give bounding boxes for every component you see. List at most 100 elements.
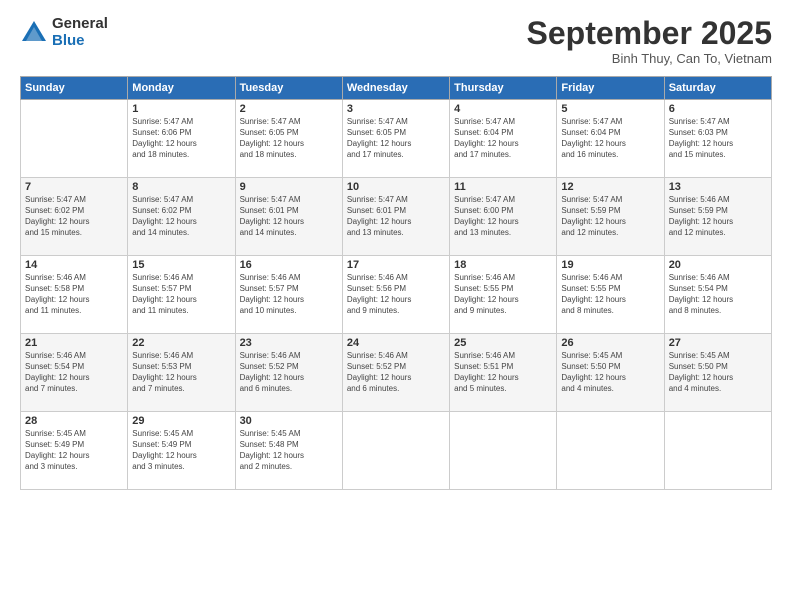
location-subtitle: Binh Thuy, Can To, Vietnam	[527, 51, 772, 66]
day-number: 21	[25, 337, 123, 349]
calendar-week-row: 7 Sunrise: 5:47 AM Sunset: 6:02 PM Daylig…	[21, 178, 772, 256]
table-row: 25 Sunrise: 5:46 AM Sunset: 5:51 PM Dayli…	[450, 334, 557, 412]
logo-blue: Blue	[52, 33, 108, 50]
table-row: 12 Sunrise: 5:47 AM Sunset: 5:59 PM Dayli…	[557, 178, 664, 256]
day-number: 5	[561, 103, 659, 115]
col-tuesday: Tuesday	[235, 77, 342, 100]
col-wednesday: Wednesday	[342, 77, 449, 100]
header: General Blue September 2025 Binh Thuy, C…	[20, 16, 772, 66]
day-number: 6	[669, 103, 767, 115]
day-info: Sunrise: 5:47 AM Sunset: 6:03 PM Dayligh…	[669, 117, 767, 160]
col-friday: Friday	[557, 77, 664, 100]
table-row: 22 Sunrise: 5:46 AM Sunset: 5:53 PM Dayli…	[128, 334, 235, 412]
table-row	[21, 100, 128, 178]
table-row: 4 Sunrise: 5:47 AM Sunset: 6:04 PM Daylig…	[450, 100, 557, 178]
table-row: 15Sunrise: 5:46 AM Sunset: 5:57 PM Dayli…	[128, 256, 235, 334]
day-info: Sunrise: 5:46 AM Sunset: 5:53 PM Dayligh…	[132, 351, 230, 394]
day-number: 27	[669, 337, 767, 349]
day-info: Sunrise: 5:46 AM Sunset: 5:52 PM Dayligh…	[347, 351, 445, 394]
month-title: September 2025	[527, 16, 772, 51]
day-number: 4	[454, 103, 552, 115]
table-row: 6 Sunrise: 5:47 AM Sunset: 6:03 PM Daylig…	[664, 100, 771, 178]
day-number: 19	[561, 259, 659, 271]
day-number: 7	[25, 181, 123, 193]
day-info: Sunrise: 5:46 AM Sunset: 5:51 PM Dayligh…	[454, 351, 552, 394]
day-info: Sunrise: 5:47 AM Sunset: 6:02 PM Dayligh…	[25, 195, 123, 238]
logo: General Blue	[20, 16, 108, 49]
table-row: 30 Sunrise: 5:45 AM Sunset: 5:48 PM Dayli…	[235, 412, 342, 490]
table-row: 24Sunrise: 5:46 AM Sunset: 5:52 PM Dayli…	[342, 334, 449, 412]
day-info: Sunrise: 5:46 AM Sunset: 5:55 PM Dayligh…	[454, 273, 552, 316]
table-row: 2Sunrise: 5:47 AM Sunset: 6:05 PM Daylig…	[235, 100, 342, 178]
day-info: Sunrise: 5:47 AM Sunset: 6:05 PM Dayligh…	[347, 117, 445, 160]
day-info: Sunrise: 5:46 AM Sunset: 5:58 PM Dayligh…	[25, 273, 123, 316]
table-row: 9 Sunrise: 5:47 AM Sunset: 6:01 PM Daylig…	[235, 178, 342, 256]
table-row: 1 Sunrise: 5:47 AM Sunset: 6:06 PM Daylig…	[128, 100, 235, 178]
day-info: Sunrise: 5:46 AM Sunset: 5:55 PM Dayligh…	[561, 273, 659, 316]
table-row: 29Sunrise: 5:45 AM Sunset: 5:49 PM Dayli…	[128, 412, 235, 490]
day-number: 20	[669, 259, 767, 271]
col-saturday: Saturday	[664, 77, 771, 100]
table-row: 13Sunrise: 5:46 AM Sunset: 5:59 PM Dayli…	[664, 178, 771, 256]
table-row	[557, 412, 664, 490]
title-block: September 2025 Binh Thuy, Can To, Vietna…	[527, 16, 772, 66]
day-info: Sunrise: 5:45 AM Sunset: 5:49 PM Dayligh…	[25, 429, 123, 472]
day-info: Sunrise: 5:47 AM Sunset: 6:04 PM Dayligh…	[454, 117, 552, 160]
table-row: 17Sunrise: 5:46 AM Sunset: 5:56 PM Dayli…	[342, 256, 449, 334]
day-number: 22	[132, 337, 230, 349]
table-row	[342, 412, 449, 490]
table-row: 7 Sunrise: 5:47 AM Sunset: 6:02 PM Daylig…	[21, 178, 128, 256]
table-row: 19 Sunrise: 5:46 AM Sunset: 5:55 PM Dayli…	[557, 256, 664, 334]
day-info: Sunrise: 5:46 AM Sunset: 5:56 PM Dayligh…	[347, 273, 445, 316]
col-monday: Monday	[128, 77, 235, 100]
day-number: 18	[454, 259, 552, 271]
table-row: 27 Sunrise: 5:45 AM Sunset: 5:50 PM Dayli…	[664, 334, 771, 412]
day-info: Sunrise: 5:47 AM Sunset: 6:00 PM Dayligh…	[454, 195, 552, 238]
day-info: Sunrise: 5:47 AM Sunset: 6:04 PM Dayligh…	[561, 117, 659, 160]
table-row	[664, 412, 771, 490]
day-info: Sunrise: 5:47 AM Sunset: 6:06 PM Dayligh…	[132, 117, 230, 160]
table-row: 26Sunrise: 5:45 AM Sunset: 5:50 PM Dayli…	[557, 334, 664, 412]
day-info: Sunrise: 5:47 AM Sunset: 6:01 PM Dayligh…	[347, 195, 445, 238]
table-row	[450, 412, 557, 490]
day-number: 16	[240, 259, 338, 271]
table-row: 18 Sunrise: 5:46 AM Sunset: 5:55 PM Dayli…	[450, 256, 557, 334]
col-sunday: Sunday	[21, 77, 128, 100]
day-number: 15	[132, 259, 230, 271]
day-number: 8	[132, 181, 230, 193]
table-row: 28 Sunrise: 5:45 AM Sunset: 5:49 PM Dayli…	[21, 412, 128, 490]
day-number: 2	[240, 103, 338, 115]
table-row: 5 Sunrise: 5:47 AM Sunset: 6:04 PM Daylig…	[557, 100, 664, 178]
day-info: Sunrise: 5:45 AM Sunset: 5:50 PM Dayligh…	[669, 351, 767, 394]
col-thursday: Thursday	[450, 77, 557, 100]
day-info: Sunrise: 5:45 AM Sunset: 5:48 PM Dayligh…	[240, 429, 338, 472]
day-info: Sunrise: 5:46 AM Sunset: 5:54 PM Dayligh…	[25, 351, 123, 394]
calendar-week-row: 21 Sunrise: 5:46 AM Sunset: 5:54 PM Dayli…	[21, 334, 772, 412]
day-number: 12	[561, 181, 659, 193]
table-row: 8 Sunrise: 5:47 AM Sunset: 6:02 PM Daylig…	[128, 178, 235, 256]
table-row: 11 Sunrise: 5:47 AM Sunset: 6:00 PM Dayli…	[450, 178, 557, 256]
day-number: 23	[240, 337, 338, 349]
table-row: 21 Sunrise: 5:46 AM Sunset: 5:54 PM Dayli…	[21, 334, 128, 412]
calendar-header-row: Sunday Monday Tuesday Wednesday Thursday…	[21, 77, 772, 100]
table-row: 3Sunrise: 5:47 AM Sunset: 6:05 PM Daylig…	[342, 100, 449, 178]
day-info: Sunrise: 5:45 AM Sunset: 5:50 PM Dayligh…	[561, 351, 659, 394]
day-number: 1	[132, 103, 230, 115]
table-row: 10 Sunrise: 5:47 AM Sunset: 6:01 PM Dayli…	[342, 178, 449, 256]
day-number: 10	[347, 181, 445, 193]
day-number: 30	[240, 415, 338, 427]
logo-general: General	[52, 16, 108, 33]
day-number: 25	[454, 337, 552, 349]
day-number: 9	[240, 181, 338, 193]
day-info: Sunrise: 5:47 AM Sunset: 6:02 PM Dayligh…	[132, 195, 230, 238]
table-row: 20Sunrise: 5:46 AM Sunset: 5:54 PM Dayli…	[664, 256, 771, 334]
table-row: 14Sunrise: 5:46 AM Sunset: 5:58 PM Dayli…	[21, 256, 128, 334]
day-number: 28	[25, 415, 123, 427]
day-info: Sunrise: 5:47 AM Sunset: 6:01 PM Dayligh…	[240, 195, 338, 238]
day-number: 11	[454, 181, 552, 193]
table-row: 23 Sunrise: 5:46 AM Sunset: 5:52 PM Dayli…	[235, 334, 342, 412]
calendar-week-row: 28 Sunrise: 5:45 AM Sunset: 5:49 PM Dayli…	[21, 412, 772, 490]
day-info: Sunrise: 5:46 AM Sunset: 5:52 PM Dayligh…	[240, 351, 338, 394]
day-info: Sunrise: 5:45 AM Sunset: 5:49 PM Dayligh…	[132, 429, 230, 472]
day-info: Sunrise: 5:47 AM Sunset: 5:59 PM Dayligh…	[561, 195, 659, 238]
